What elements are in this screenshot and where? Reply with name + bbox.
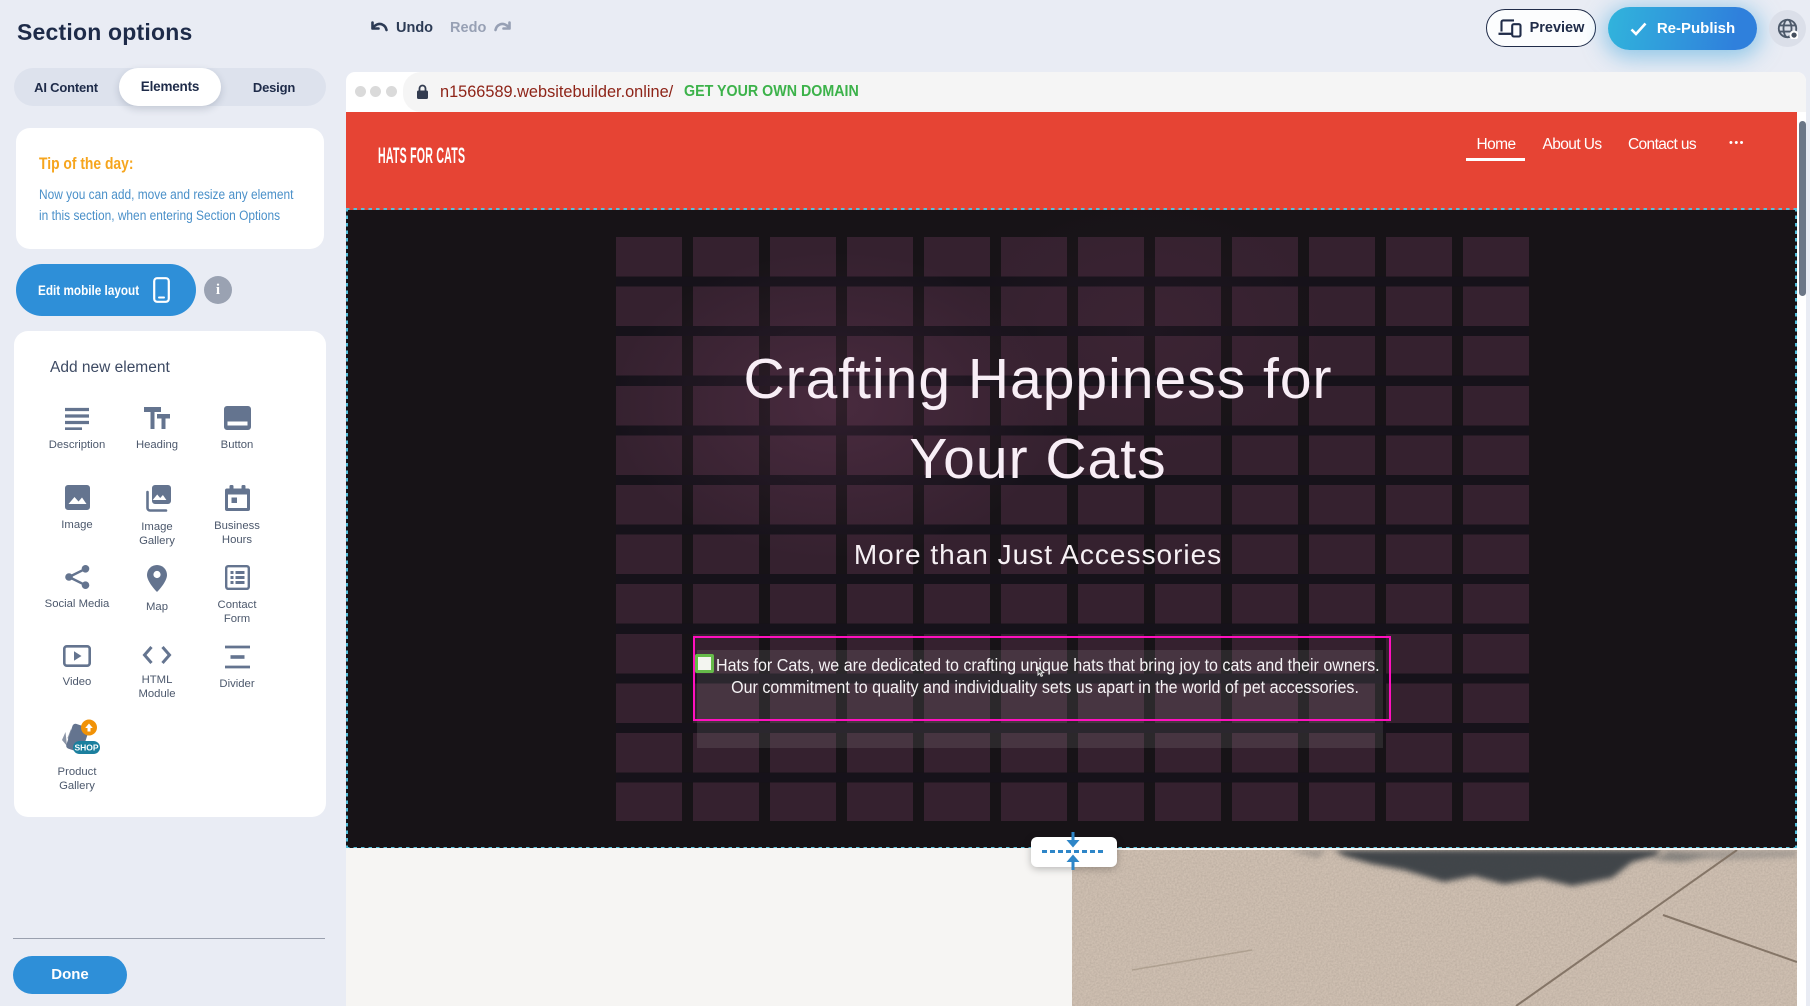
svg-text:SHOP: SHOP	[74, 743, 98, 753]
